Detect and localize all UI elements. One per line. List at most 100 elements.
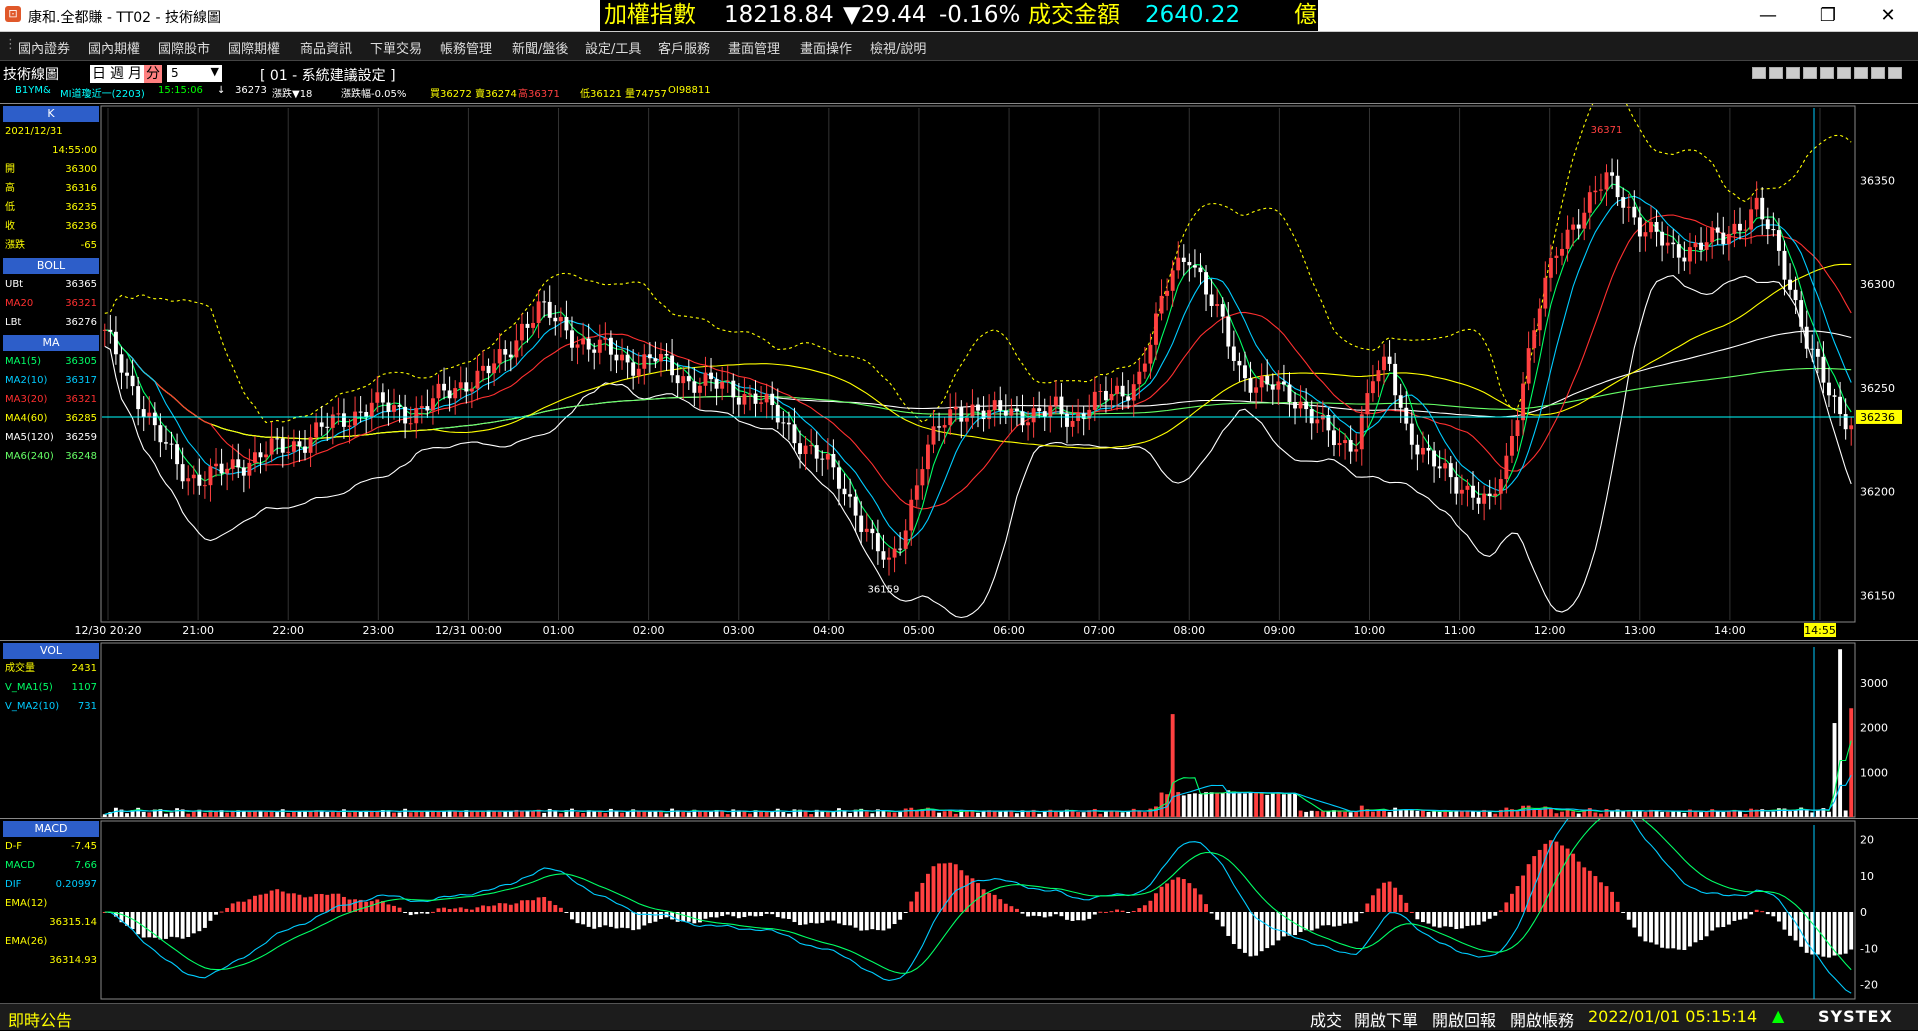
macd-histogram-bar [430, 911, 435, 913]
volume-bar [1738, 811, 1742, 817]
macd-chart[interactable]: 20 10 0 -10 -20 [0, 819, 1918, 1003]
volume-bar [1237, 793, 1242, 817]
candle-body [186, 478, 191, 482]
menu-item[interactable]: 國內證券 [18, 38, 70, 57]
candle-body [1543, 277, 1548, 309]
candle-body [1415, 444, 1420, 455]
macd-histogram-bar [1031, 912, 1036, 916]
chart-tool-icon[interactable] [1888, 67, 1902, 79]
candle-body [380, 392, 385, 403]
minimize-icon[interactable]: — [1745, 0, 1791, 31]
candle-body [147, 412, 152, 418]
macd-histogram-bar [1009, 906, 1014, 912]
chart-tool-icon[interactable] [1803, 67, 1817, 79]
menu-item[interactable]: 國際期權 [228, 38, 280, 57]
volume-bar [1393, 807, 1398, 817]
volume-bar [1526, 805, 1531, 817]
macd-histogram-bar [703, 912, 708, 919]
volume-tick-label: 3000 [1860, 677, 1888, 690]
candle-body [1382, 356, 1386, 371]
status-button[interactable]: 開啟回報 [1432, 1007, 1496, 1031]
menu-item[interactable]: 畫面操作 [800, 38, 852, 57]
macd-histogram-bar [581, 912, 586, 925]
announcement-label[interactable]: 即時公告 [8, 1007, 72, 1031]
status-button[interactable]: 開啟帳務 [1510, 1007, 1574, 1031]
candle-body [1504, 455, 1509, 480]
volume-bar [1476, 811, 1481, 817]
volume-bar [1343, 811, 1348, 817]
macd-histogram-bar [1109, 911, 1114, 913]
candle-body [1548, 257, 1553, 278]
volume-bar [1804, 810, 1809, 817]
chart-tool-icon[interactable] [1786, 67, 1800, 79]
menu-item[interactable]: 國內期權 [88, 38, 140, 57]
volume-bar [1610, 811, 1615, 817]
last-price-label: 36236 [1860, 411, 1895, 424]
menu-item[interactable]: 檢視/說明 [870, 38, 926, 57]
candle-body [1409, 423, 1414, 445]
status-button[interactable]: 開啟下單 [1354, 1007, 1418, 1031]
candle-body [1065, 413, 1069, 427]
volume-bar [1081, 812, 1086, 817]
candle-body [519, 323, 524, 341]
candle-body [903, 530, 908, 549]
candle-body [1487, 493, 1492, 497]
status-button[interactable]: 成交 [1310, 1007, 1342, 1031]
period-tab[interactable]: 分 [144, 65, 162, 83]
brand-logo: SYSTEX [1818, 1007, 1893, 1026]
chart-tool-icon[interactable] [1854, 67, 1868, 79]
macd-histogram-bar [608, 912, 613, 927]
volume-bar [392, 812, 396, 817]
maximize-icon[interactable]: ❐ [1805, 0, 1851, 31]
menu-item[interactable]: 畫面管理 [728, 38, 780, 57]
period-tab[interactable]: 月 [126, 65, 144, 83]
chart-tool-icon[interactable] [1752, 67, 1766, 79]
candle-body [152, 412, 157, 426]
interval-select[interactable]: 5 ▼ [167, 65, 222, 82]
macd-histogram-bar [1159, 886, 1164, 912]
macd-histogram-bar [164, 912, 168, 939]
volume-bar [1126, 811, 1131, 817]
menu-item[interactable]: 客戶服務 [658, 38, 710, 57]
chart-tool-icon[interactable] [1769, 67, 1783, 79]
candle-body [264, 454, 269, 458]
candle-body [336, 413, 341, 415]
candle-body [102, 329, 107, 331]
candle-body [592, 349, 597, 353]
chart-tool-icon[interactable] [1837, 67, 1851, 79]
ma5-line [104, 183, 1852, 554]
period-tab[interactable]: 週 [108, 65, 126, 83]
macd-histogram-bar [1154, 893, 1158, 912]
menu-item[interactable]: 下單交易 [370, 38, 422, 57]
macd-histogram-bar [1715, 912, 1720, 928]
menu-item[interactable]: 國際股市 [158, 38, 210, 57]
macd-histogram-bar [1398, 894, 1403, 912]
close-icon[interactable]: ✕ [1865, 0, 1911, 31]
price-panel: K 2021/12/31 14:55:00 開 36300 高 36316 低 36235 收 36… [0, 103, 1918, 641]
chart-tool-icon[interactable] [1871, 67, 1885, 79]
period-tab[interactable]: 日 [90, 65, 108, 83]
volume-bar [214, 811, 218, 817]
macd-histogram-bar [959, 870, 964, 912]
macd-histogram-bar [1115, 909, 1119, 912]
price-chart[interactable]: 12/30 20:20 21:00 22:00 23:00 12/31 00:00 01:… [0, 104, 1918, 641]
volume-bar [603, 813, 608, 817]
chart-tool-icon[interactable] [1820, 67, 1834, 79]
macd-histogram-bar [1276, 912, 1281, 941]
indicator-setting[interactable]: [ 01 - 系統建議設定 ] [260, 65, 396, 85]
menu-item[interactable]: 商品資訊 [300, 38, 352, 57]
candle-body [286, 451, 291, 453]
menu-item[interactable]: 新聞/盤後 [512, 38, 568, 57]
macd-histogram-bar [1298, 912, 1303, 933]
candle-body [1793, 289, 1798, 301]
candle-body [925, 444, 930, 470]
macd-histogram-bar [1593, 876, 1598, 912]
macd-histogram-bar [319, 893, 324, 912]
volume-chart[interactable]: 1000 2000 3000 [0, 641, 1918, 819]
menu-item[interactable]: 帳務管理 [440, 38, 492, 57]
volume-bar [848, 813, 853, 817]
volume-bar [1326, 811, 1331, 817]
menu-item[interactable]: 設定/工具 [585, 38, 641, 57]
macd-histogram-bar [1370, 895, 1375, 912]
candle-body [564, 316, 569, 331]
